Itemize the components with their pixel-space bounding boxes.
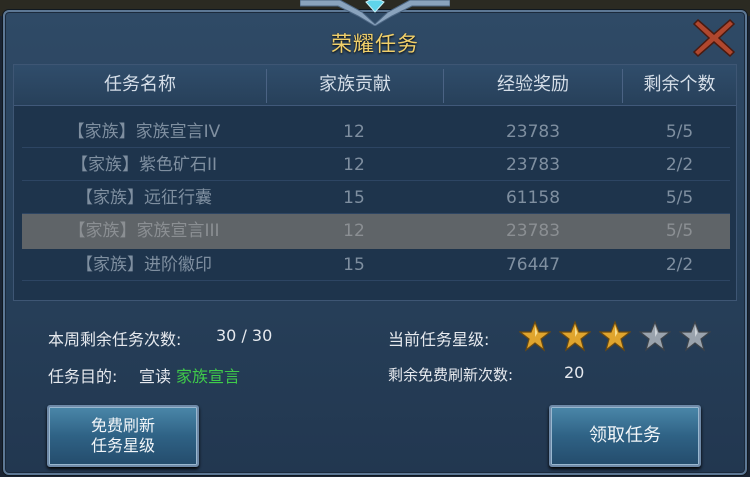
weekly-remaining-label: 本周剩余任务次数: <box>48 330 182 349</box>
task-contribution: 15 <box>343 255 365 275</box>
header-task-name: 任务名称 <box>104 74 176 95</box>
task-remaining: 2/2 <box>665 155 694 175</box>
free-refresh-label: 剩余免费刷新次数: <box>388 366 514 384</box>
task-remaining: 5/5 <box>665 221 694 241</box>
table-row-selected[interactable]: 【家族】家族宣言III 12 23783 5/5 <box>22 214 730 249</box>
task-name: 【家族】紫色矿石II <box>70 155 218 175</box>
task-contribution: 12 <box>343 221 365 241</box>
task-exp: 23783 <box>505 122 561 142</box>
close-icon[interactable] <box>692 16 736 60</box>
task-remaining: 5/5 <box>665 188 694 208</box>
task-contribution: 15 <box>343 188 365 208</box>
dialog-title: 荣耀任务 <box>331 32 419 56</box>
table-row[interactable]: 【家族】紫色矿石II 12 23783 2/2 <box>22 149 730 181</box>
table-row[interactable]: 【家族】进阶徽印 15 76447 2/2 <box>22 249 730 281</box>
row-divider <box>22 280 730 281</box>
task-exp: 76447 <box>505 255 561 275</box>
table-row[interactable]: 【家族】远征行囊 15 61158 5/5 <box>22 182 730 214</box>
table-header: 任务名称 家族贡献 经验奖励 剩余个数 <box>14 65 736 106</box>
header-exp: 经验奖励 <box>497 74 569 95</box>
star-empty-icon <box>639 320 671 352</box>
header-contribution: 家族贡献 <box>319 74 391 95</box>
task-name: 【家族】进阶徽印 <box>76 255 212 275</box>
weekly-remaining-value: 30 / 30 <box>216 326 273 345</box>
task-exp: 61158 <box>505 188 561 208</box>
task-goal-label: 任务目的: <box>48 367 118 386</box>
star-empty-icon <box>679 320 711 352</box>
task-exp: 23783 <box>505 221 561 241</box>
task-remaining: 2/2 <box>665 255 694 275</box>
free-refresh-button[interactable]: 免费刷新 任务星级 <box>47 405 199 467</box>
free-refresh-value: 20 <box>564 363 585 382</box>
star-filled-icon <box>519 320 551 352</box>
crest-ornament <box>300 0 450 26</box>
header-remaining: 剩余个数 <box>643 74 716 95</box>
task-name: 【家族】家族宣言III <box>68 221 220 241</box>
task-goal-prefix: 宣读 <box>139 367 172 386</box>
task-goal-highlight: 家族宣言 <box>176 367 241 386</box>
table-row[interactable]: 【家族】家族宣言IV 12 23783 5/5 <box>22 116 730 148</box>
free-refresh-button-line1: 免费刷新 <box>90 416 155 435</box>
accept-task-button[interactable]: 领取任务 <box>549 405 701 467</box>
task-name: 【家族】远征行囊 <box>76 188 212 208</box>
task-exp: 23783 <box>505 155 561 175</box>
task-contribution: 12 <box>343 122 365 142</box>
free-refresh-button-line2: 任务星级 <box>90 436 155 455</box>
task-remaining: 5/5 <box>665 122 694 142</box>
star-filled-icon <box>599 320 631 352</box>
row-divider <box>22 147 730 148</box>
task-table: 任务名称 家族贡献 经验奖励 剩余个数 【家族】家族宣言IV 12 23783 … <box>13 64 737 301</box>
star-level-label: 当前任务星级: <box>388 330 490 349</box>
row-divider <box>22 180 730 181</box>
task-contribution: 12 <box>343 155 365 175</box>
task-name: 【家族】家族宣言IV <box>67 122 221 142</box>
star-filled-icon <box>559 320 591 352</box>
